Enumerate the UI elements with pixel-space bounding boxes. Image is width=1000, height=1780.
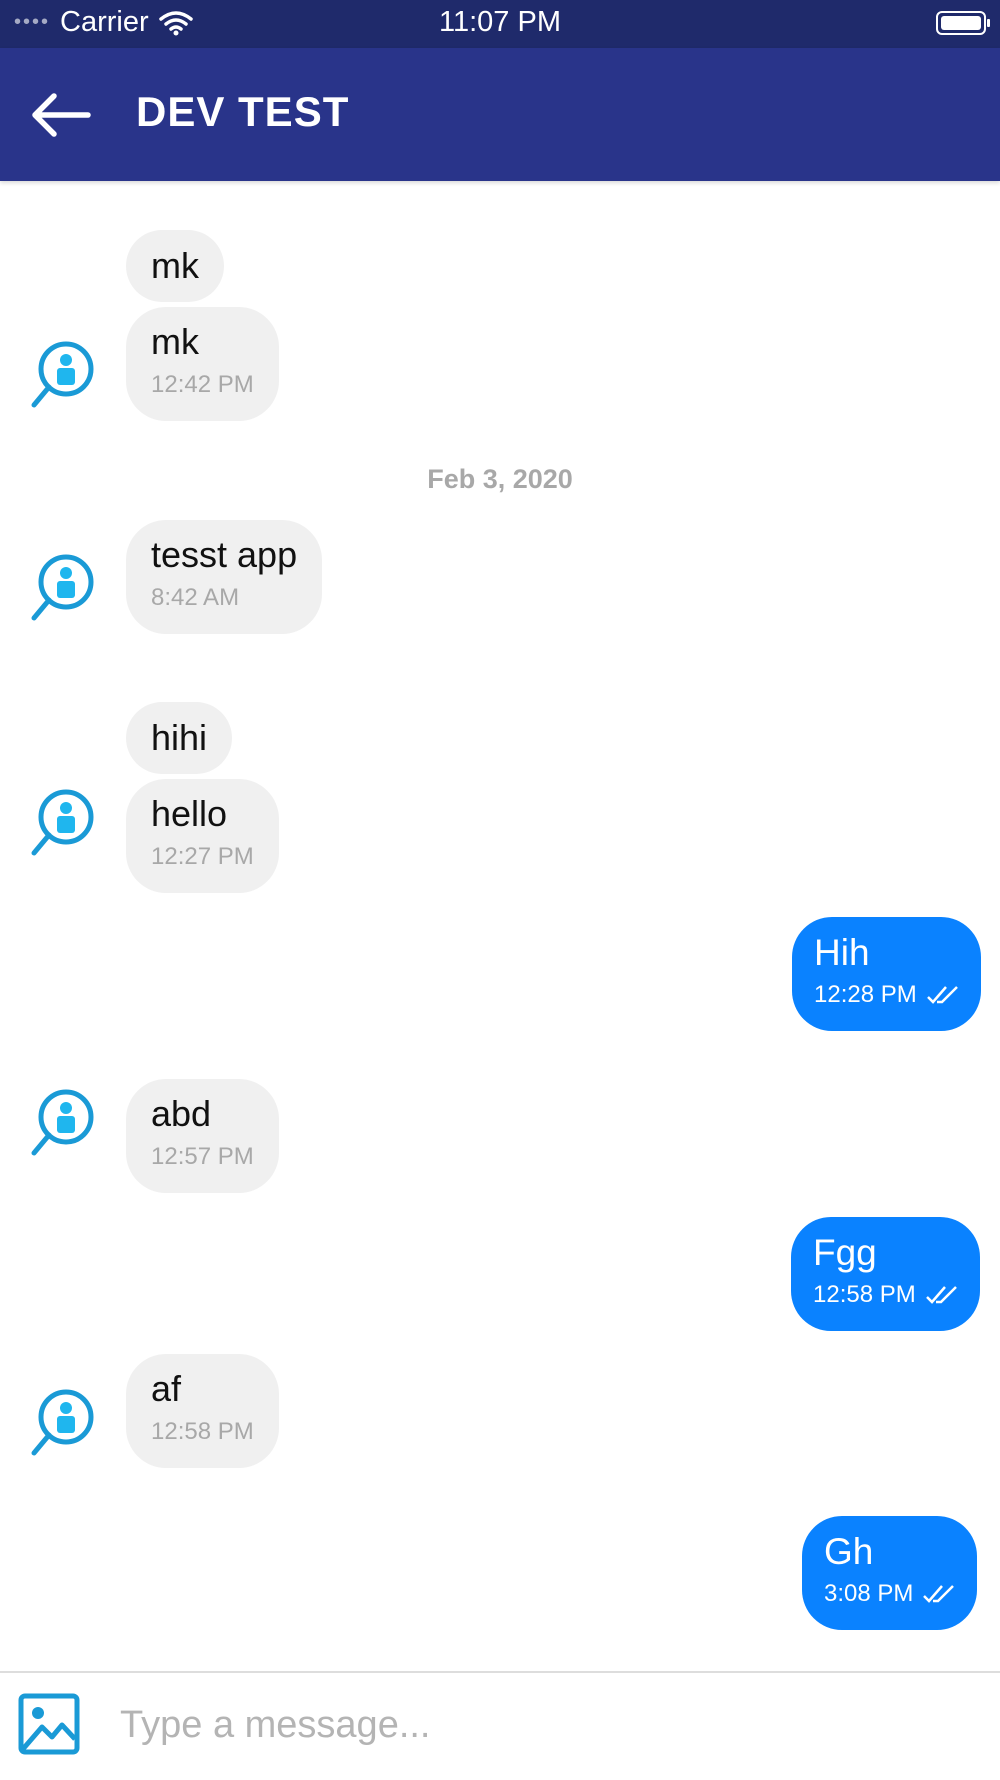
message-time: 3:08 PM — [824, 1580, 914, 1607]
message-text: abd — [151, 1093, 212, 1134]
message-text: af — [151, 1368, 182, 1409]
double-check-icon — [923, 1585, 955, 1603]
incoming-message[interactable]: mk — [126, 230, 224, 302]
status-time: 11:07 PM — [439, 6, 561, 38]
message-text: Hih — [814, 932, 870, 973]
contact-avatar-icon[interactable] — [30, 789, 96, 861]
message-text: mk — [151, 245, 199, 286]
message-time: 12:28 PM — [814, 981, 917, 1008]
contact-avatar-icon[interactable] — [30, 554, 96, 626]
message-time: 12:57 PM — [151, 1143, 254, 1170]
message-time: 12:42 PM — [151, 371, 254, 398]
message-time: 12:58 PM — [151, 1418, 254, 1445]
chat-title: DEV TEST — [136, 88, 350, 135]
message-time: 8:42 AM — [151, 584, 240, 611]
outgoing-message[interactable]: Fgg 12:58 PM — [791, 1217, 980, 1331]
incoming-message[interactable]: tesst app 8:42 AM — [126, 520, 323, 634]
incoming-message[interactable]: mk 12:42 PM — [126, 307, 279, 421]
back-arrow-icon[interactable] — [28, 90, 92, 140]
double-check-icon — [926, 986, 958, 1004]
incoming-message[interactable]: hihi — [126, 702, 233, 774]
message-text: Gh — [824, 1531, 874, 1572]
message-composer — [0, 1671, 1000, 1780]
incoming-message[interactable]: hello 12:27 PM — [126, 779, 279, 893]
message-input[interactable] — [118, 1691, 982, 1759]
message-text: hihi — [151, 717, 208, 758]
contact-avatar-icon[interactable] — [30, 341, 96, 413]
image-attach-icon[interactable] — [18, 1693, 80, 1755]
double-check-icon — [925, 1286, 957, 1304]
incoming-message[interactable]: abd 12:57 PM — [126, 1079, 279, 1193]
message-text: Fgg — [813, 1232, 877, 1273]
message-text: tesst app — [151, 534, 298, 575]
message-list[interactable]: mk mk 12:42 PM Feb 3, 2020 tesst app 8:4… — [0, 181, 1000, 1671]
contact-avatar-icon[interactable] — [30, 1389, 96, 1461]
chat-header: DEV TEST — [0, 48, 1000, 181]
message-text: mk — [151, 321, 199, 362]
battery-icon — [936, 11, 990, 35]
message-time: 12:27 PM — [151, 843, 254, 870]
status-bar: •••• Carrier 11:07 PM — [0, 0, 1000, 48]
message-time: 12:58 PM — [813, 1281, 916, 1308]
outgoing-message[interactable]: Hih 12:28 PM — [792, 917, 981, 1031]
message-text: hello — [151, 793, 228, 834]
date-separator: Feb 3, 2020 — [427, 464, 573, 494]
incoming-message[interactable]: af 12:58 PM — [126, 1354, 279, 1468]
outgoing-message[interactable]: Gh 3:08 PM — [802, 1516, 978, 1630]
contact-avatar-icon[interactable] — [30, 1089, 96, 1161]
